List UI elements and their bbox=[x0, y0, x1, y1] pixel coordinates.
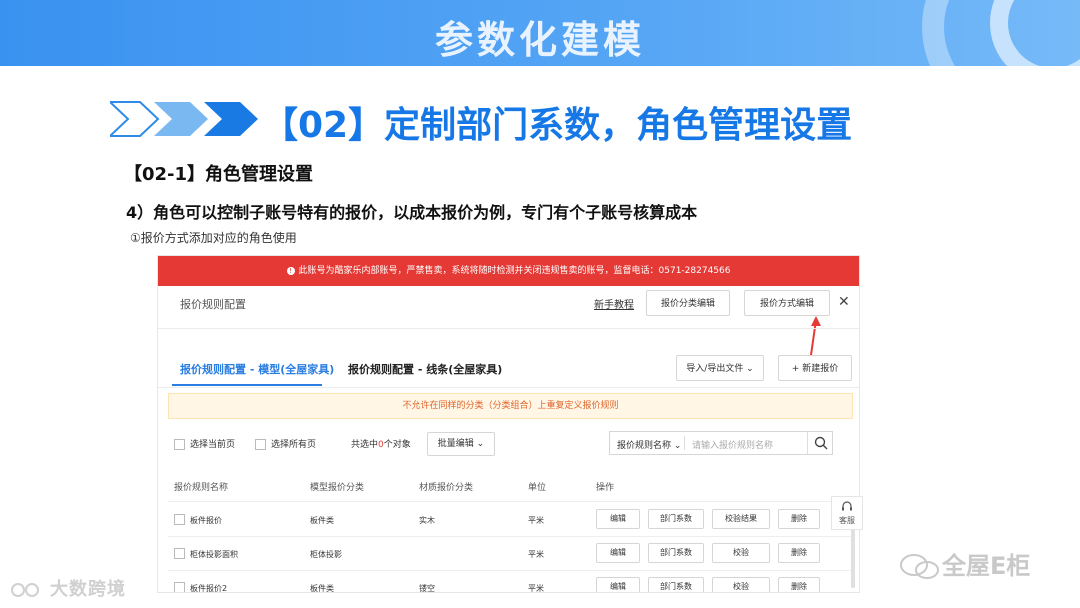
dept-coef-button[interactable]: 部门系数 bbox=[648, 577, 704, 592]
batch-edit-button[interactable]: 批量编辑 ⌄ bbox=[427, 432, 495, 456]
divider bbox=[158, 328, 859, 329]
dialog-title: 报价规则配置 bbox=[180, 298, 246, 311]
alert-banner: ! 此账号为酷家乐内部账号，严禁售卖，系统将随时检测并关闭违规售卖的账号，监督电话… bbox=[158, 256, 859, 286]
selected-count: 共选中0个对象 bbox=[351, 440, 411, 450]
note-text: ①报价方式添加对应的角色使用 bbox=[130, 231, 297, 245]
edit-button[interactable]: 编辑 bbox=[596, 577, 640, 592]
watermark-left: 大数跨境 bbox=[10, 575, 126, 601]
col-header-unit: 单位 bbox=[528, 483, 547, 493]
search-input[interactable]: 请输入报价规则名称 bbox=[692, 438, 773, 451]
row-checkbox[interactable] bbox=[174, 582, 190, 592]
tab-line[interactable]: 报价规则配置 - 线条(全屋家具) bbox=[348, 361, 502, 377]
customer-service-label: 客服 bbox=[839, 516, 855, 525]
verify-button[interactable]: 校验 bbox=[712, 577, 770, 592]
table-divider bbox=[168, 536, 853, 537]
delete-button[interactable]: 删除 bbox=[778, 577, 820, 592]
active-tab-indicator bbox=[172, 384, 322, 386]
verify-result-button[interactable]: 校验结果 bbox=[712, 509, 770, 529]
col-header-model: 模型报价分类 bbox=[310, 483, 365, 493]
dept-coef-button[interactable]: 部门系数 bbox=[648, 509, 704, 529]
close-icon[interactable]: ✕ bbox=[838, 294, 850, 310]
delete-button[interactable]: 删除 bbox=[778, 543, 820, 563]
verify-button[interactable]: 校验 bbox=[712, 543, 770, 563]
help-link[interactable]: 新手教程 bbox=[594, 296, 634, 311]
alert-text: 此账号为酷家乐内部账号，严禁售卖，系统将随时检测并关闭违规售卖的账号，监督电话：… bbox=[298, 266, 731, 276]
search-icon bbox=[814, 436, 828, 450]
search-filter: 报价规则名称 ⌄ 请输入报价规则名称 bbox=[609, 431, 833, 455]
category-edit-button[interactable]: 报价分类编辑 bbox=[646, 290, 730, 316]
section-title: 【02】定制部门系数，角色管理设置 bbox=[262, 105, 853, 146]
headset-icon bbox=[842, 501, 852, 511]
edit-button[interactable]: 编辑 bbox=[596, 509, 640, 529]
row-checkbox[interactable] bbox=[174, 548, 190, 559]
table-divider bbox=[168, 570, 853, 571]
import-export-button[interactable]: 导入/导出文件 ⌄ bbox=[676, 355, 764, 381]
slide-header: 参数化建模 bbox=[0, 0, 1080, 66]
info-icon: ! bbox=[286, 266, 295, 275]
table-divider bbox=[168, 501, 853, 502]
rule-name: 柜体投影面积 bbox=[190, 550, 238, 559]
model-category: 柜体投影 bbox=[310, 550, 342, 559]
new-quote-button[interactable]: + 新建报价 bbox=[778, 355, 852, 381]
chevron-arrows-icon bbox=[110, 101, 258, 137]
delete-button[interactable]: 删除 bbox=[778, 509, 820, 529]
subsection-title: 【02-1】角色管理设置 bbox=[124, 164, 314, 185]
quote-rule-dialog: ! 此账号为酷家乐内部账号，严禁售卖，系统将随时检测并关闭违规售卖的账号，监督电话… bbox=[158, 256, 859, 592]
col-header-material: 材质报价分类 bbox=[419, 483, 474, 493]
rule-name: 板件报价 bbox=[190, 516, 222, 525]
material-category: 镂空 bbox=[419, 584, 435, 592]
point-text: 4）角色可以控制子账号特有的报价，以成本报价为例，专门有个子账号核算成本 bbox=[126, 203, 698, 222]
col-header-name: 报价规则名称 bbox=[174, 483, 229, 493]
unit: 平米 bbox=[528, 550, 544, 559]
checkbox-icon[interactable] bbox=[255, 439, 266, 450]
warning-bar: 不允许在同样的分类（分类组合）上重复定义报价规则 bbox=[168, 393, 853, 419]
checkbox-icon[interactable] bbox=[174, 439, 185, 450]
dept-coef-button[interactable]: 部门系数 bbox=[648, 543, 704, 563]
filter-divider bbox=[684, 436, 685, 450]
edit-button[interactable]: 编辑 bbox=[596, 543, 640, 563]
search-button[interactable] bbox=[807, 432, 834, 454]
watermark-right: 全屋E柜 bbox=[898, 546, 1030, 582]
tab-model[interactable]: 报价规则配置 - 模型(全屋家具) bbox=[180, 361, 334, 377]
model-category: 板件类 bbox=[310, 516, 334, 525]
rule-name: 板件报价2 bbox=[190, 584, 228, 592]
unit: 平米 bbox=[528, 584, 544, 592]
model-category: 板件类 bbox=[310, 584, 334, 592]
method-edit-button[interactable]: 报价方式编辑 bbox=[744, 290, 830, 316]
col-header-actions: 操作 bbox=[596, 483, 615, 493]
select-all-label: 选择所有页 bbox=[271, 440, 317, 450]
filter-select[interactable]: 报价规则名称 ⌄ bbox=[617, 438, 681, 451]
wechat-icon bbox=[900, 554, 939, 579]
material-category: 实木 bbox=[419, 516, 435, 525]
divider bbox=[158, 387, 859, 388]
select-page-label: 选择当前页 bbox=[190, 440, 236, 450]
slide-title: 参数化建模 bbox=[434, 18, 645, 62]
logo-icon bbox=[11, 583, 39, 597]
customer-service-button[interactable]: 客服 bbox=[831, 496, 863, 530]
select-all-checkbox[interactable]: 选择所有页 bbox=[255, 437, 316, 450]
row-checkbox[interactable] bbox=[174, 514, 190, 525]
select-page-checkbox[interactable]: 选择当前页 bbox=[174, 437, 235, 450]
unit: 平米 bbox=[528, 516, 544, 525]
